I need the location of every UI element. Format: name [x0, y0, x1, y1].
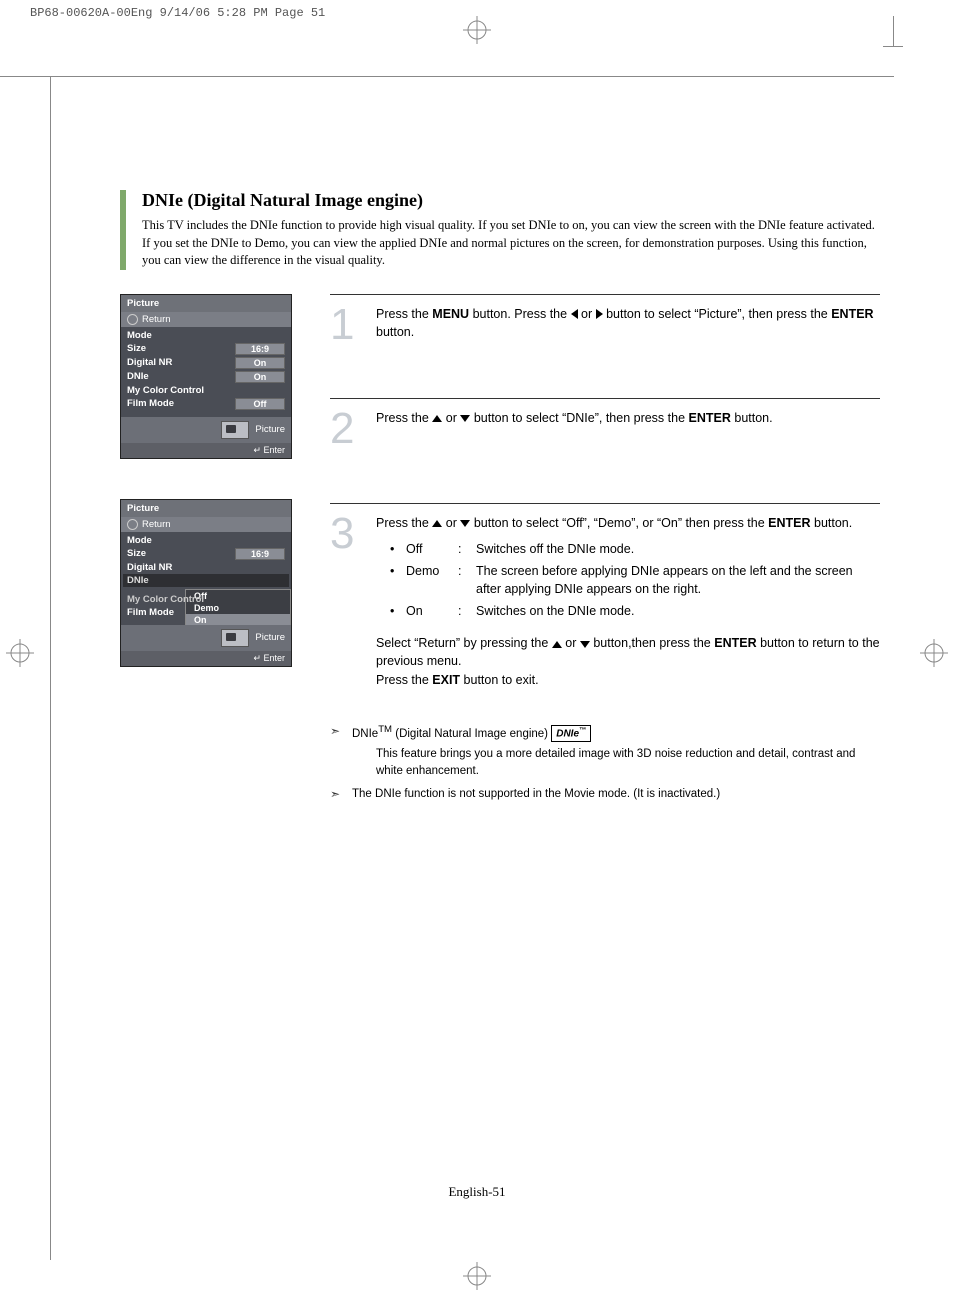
osd-return-row: Return [121, 517, 291, 532]
left-arrow-icon [571, 309, 578, 319]
crop-tick [893, 16, 894, 46]
osd-title: Picture [121, 500, 291, 517]
note-arrow-icon: ➣ [330, 786, 344, 803]
dnie-badge: DNIe™ [551, 725, 591, 743]
crop-rule [50, 76, 51, 1260]
return-icon [127, 519, 138, 530]
up-arrow-icon [432, 520, 442, 527]
down-arrow-icon [580, 641, 590, 648]
section-intro: This TV includes the DNIe function to pr… [142, 217, 880, 270]
osd-footer: Picture [121, 625, 291, 651]
osd-value: Off [235, 398, 285, 410]
osd-item-selected: DNIe [127, 575, 285, 586]
note-detail: This feature brings you a more detailed … [376, 746, 880, 779]
osd-item: Film Mode [127, 398, 235, 409]
osd-enter-hint: ↵ Enter [121, 443, 291, 458]
right-arrow-icon [596, 309, 603, 319]
step-1: 1 Press the MENU button. Press the or bu… [330, 294, 880, 369]
osd-screenshot-1: Picture Return Mode Size16:9 Digital NRO… [120, 294, 292, 459]
registration-mark-bottom [463, 1262, 491, 1290]
step-text: Press the or button to select “DNIe”, th… [376, 409, 880, 449]
down-arrow-icon [460, 415, 470, 422]
step-text: Press the MENU button. Press the or butt… [376, 305, 880, 345]
step-text: Press the or button to select “Off”, “De… [376, 514, 880, 689]
step-3: 3 Press the or button to select “Off”, “… [330, 503, 880, 713]
osd-enter-hint: ↵ Enter [121, 651, 291, 666]
up-arrow-icon [432, 415, 442, 422]
osd-item: My Color Control [127, 594, 285, 605]
osd-title: Picture [121, 295, 291, 312]
up-arrow-icon [552, 641, 562, 648]
osd-value: On [235, 371, 285, 383]
page-number: English-51 [448, 1184, 505, 1200]
osd-item: Film Mode [127, 607, 285, 618]
note-arrow-icon: ➣ [330, 723, 344, 780]
step-number: 2 [330, 409, 366, 449]
option-list: •Off:Switches off the DNIe mode. •Demo:T… [390, 540, 880, 621]
registration-mark-top [463, 16, 491, 44]
osd-return-label: Return [142, 519, 171, 530]
osd-item: Digital NR [127, 357, 235, 368]
section-title: DNIe (Digital Natural Image engine) [142, 190, 880, 211]
osd-footer: Picture [121, 417, 291, 443]
osd-footer-label: Picture [255, 424, 285, 435]
osd-return-label: Return [142, 314, 171, 325]
osd-item: DNIe [127, 371, 235, 382]
registration-mark-right [920, 639, 948, 667]
osd-value: 16:9 [235, 548, 285, 560]
notes: ➣ DNIeTM (Digital Natural Image engine) … [330, 723, 880, 803]
down-arrow-icon [460, 520, 470, 527]
registration-mark-left [6, 639, 34, 667]
osd-value: 16:9 [235, 343, 285, 355]
step-2: 2 Press the or button to select “DNIe”, … [330, 398, 880, 473]
osd-footer-label: Picture [255, 632, 285, 643]
osd-item: Mode [127, 535, 285, 546]
return-icon [127, 314, 138, 325]
osd-item: Size [127, 343, 235, 354]
print-header: BP68-00620A-00Eng 9/14/06 5:28 PM Page 5… [30, 6, 325, 20]
crop-rule [0, 76, 894, 77]
step-number: 1 [330, 305, 366, 345]
note-text: The DNIe function is not supported in th… [352, 786, 880, 803]
osd-value: On [235, 357, 285, 369]
osd-return-row: Return [121, 312, 291, 327]
osd-item: Mode [127, 330, 285, 341]
osd-screenshot-2: Picture Return Mode Size16:9 Digital NR … [120, 499, 292, 667]
osd-thumbnail-icon [221, 421, 249, 439]
osd-item: My Color Control [127, 385, 285, 396]
osd-item: Digital NR [127, 562, 285, 573]
osd-item: Size [127, 548, 235, 559]
section-accent-bar [120, 190, 126, 270]
step-number: 3 [330, 514, 366, 689]
osd-thumbnail-icon [221, 629, 249, 647]
